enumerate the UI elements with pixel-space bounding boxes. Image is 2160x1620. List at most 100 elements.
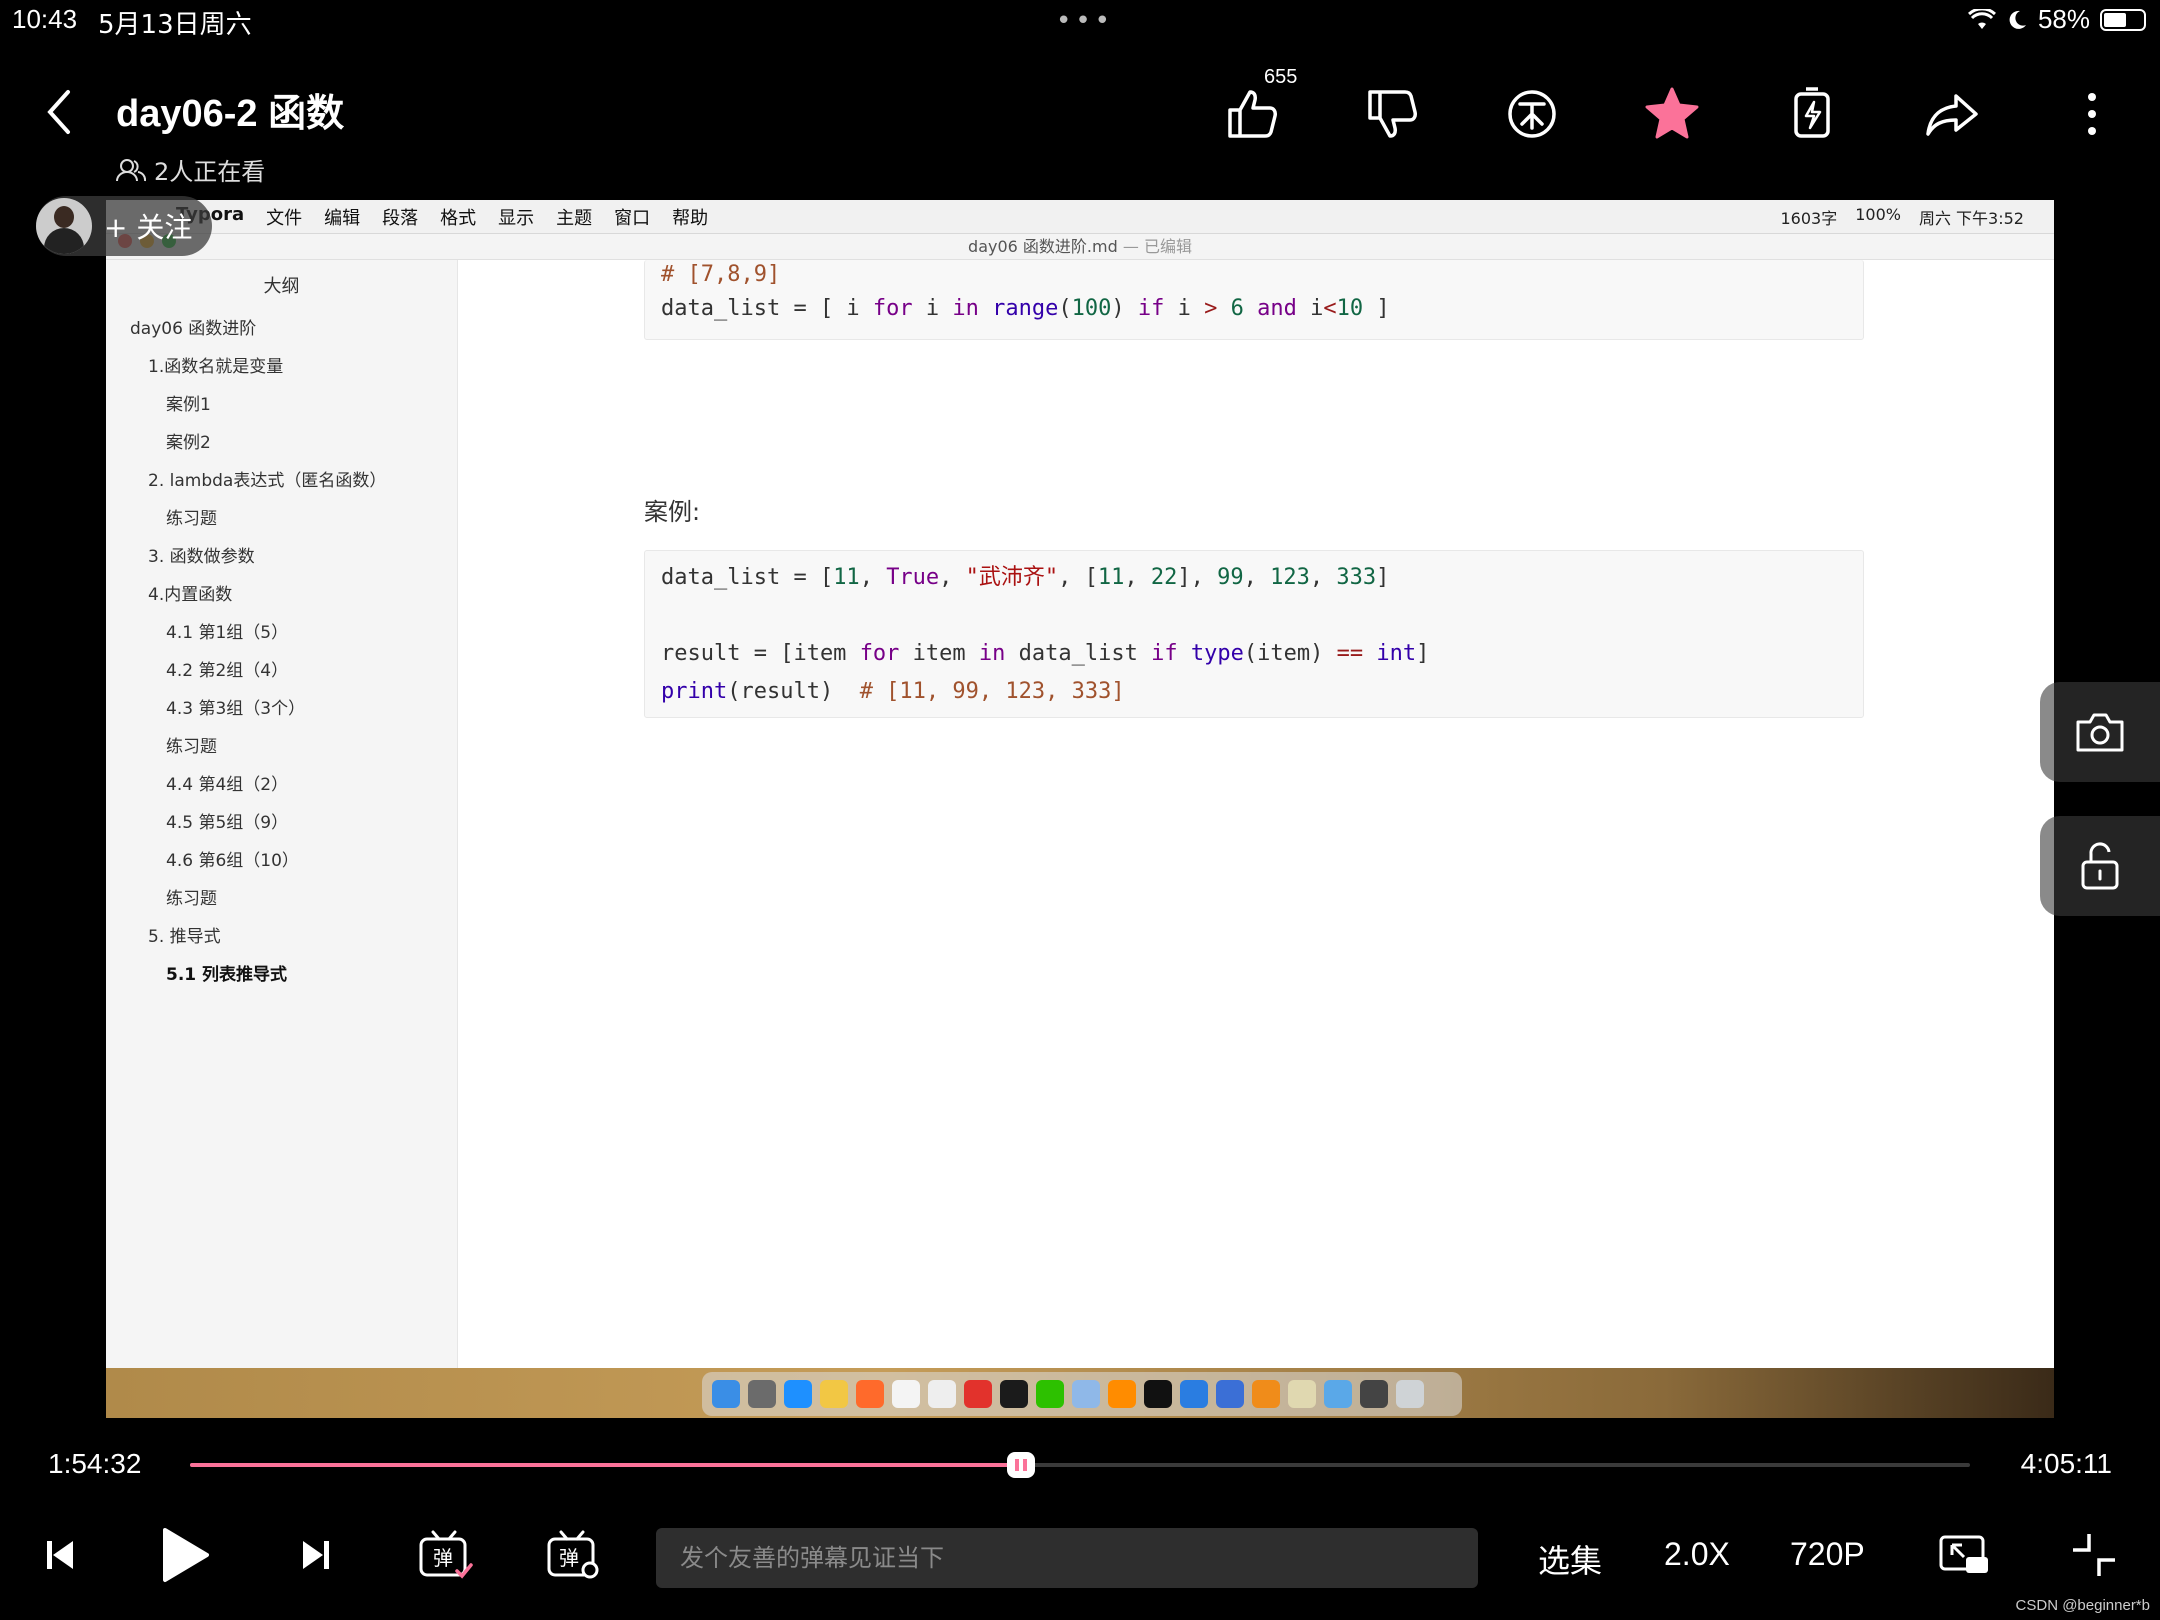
outline-title: 大纲	[263, 276, 300, 297]
quality-button[interactable]: 720P	[1790, 1536, 1865, 1573]
outline-item: 4.5 第5组（9）	[166, 813, 289, 833]
menu-help: 帮助	[672, 207, 709, 229]
mac-battery: 100%	[1855, 204, 1901, 224]
code-line: data_list = [11, True, "武沛齐", [11, 22], …	[661, 565, 1390, 590]
favorite-button[interactable]	[1632, 74, 1712, 154]
outline-item: 练习题	[166, 509, 217, 529]
status-bar: 10:43 5月13日周六 ••• 58%	[0, 0, 2160, 40]
status-date: 5月13日周六	[98, 10, 252, 40]
music-icon	[964, 1380, 992, 1408]
wechat-icon	[1036, 1380, 1064, 1408]
safari-icon	[784, 1380, 812, 1408]
play-button[interactable]	[150, 1520, 220, 1590]
terminal-icon	[1144, 1380, 1172, 1408]
menu-format: 格式	[440, 207, 477, 229]
pycharm-icon	[1000, 1380, 1028, 1408]
danmaku-toggle-button[interactable]: 弹	[412, 1520, 478, 1590]
camera-icon	[2076, 713, 2124, 752]
editor-content: # [7,8,9] data_list = [ i for i in range…	[458, 260, 2054, 1368]
progress-bar[interactable]	[190, 1452, 1970, 1478]
code-comment: # [7,8,9]	[661, 262, 781, 287]
finder-icon	[712, 1380, 740, 1408]
menu-file: 文件	[266, 207, 303, 229]
screenshot-button[interactable]	[2040, 682, 2160, 782]
next-button[interactable]	[290, 1520, 342, 1590]
lightning-icon	[1794, 87, 1830, 138]
case-heading: 案例:	[644, 498, 701, 526]
more-button[interactable]	[2052, 74, 2132, 154]
preview-icon	[1288, 1380, 1316, 1408]
danmaku-settings-button[interactable]: 弹	[540, 1520, 606, 1590]
coin-icon	[1508, 90, 1556, 138]
mac-system-tray: 1603字 100% 周六 下午3:52	[1780, 205, 2024, 229]
sublime-icon	[1108, 1380, 1136, 1408]
follow-badge[interactable]: + 关注	[36, 196, 213, 256]
outline-item: 3. 函数做参数	[148, 547, 255, 567]
app-store-icon	[1216, 1380, 1244, 1408]
lock-screen-button[interactable]	[2040, 816, 2160, 916]
outline-item: 2. lambda表达式（匿名函数）	[148, 471, 387, 491]
menu-window: 窗口	[614, 207, 651, 229]
menu-paragraph: 段落	[382, 207, 419, 229]
menu-view: 显示	[498, 207, 535, 229]
follow-button[interactable]: + 关注	[104, 206, 192, 246]
code-line: result = [item for item in data_list if …	[661, 641, 1430, 666]
progress-played	[190, 1463, 1022, 1467]
viewer-count: 2人正在看	[116, 152, 265, 187]
battery-percent: 58%	[2037, 4, 2090, 34]
firefox-icon	[856, 1380, 884, 1408]
back-arrow-icon[interactable]	[40, 82, 80, 142]
document-status: — 已编辑	[1122, 237, 1192, 256]
skip-previous-icon	[47, 1541, 73, 1569]
episodes-button[interactable]: 选集	[1538, 1536, 1602, 1582]
typora-icon	[892, 1380, 920, 1408]
charge-button[interactable]	[1772, 74, 1852, 154]
multitask-dots-icon[interactable]: •••	[1056, 6, 1114, 36]
dislike-button[interactable]	[1352, 74, 1432, 154]
svg-text:弹: 弹	[433, 1546, 453, 1570]
total-time: 4:05:11	[2020, 1448, 2112, 1479]
outline-item: 4.1 第1组（5）	[166, 623, 289, 643]
picture-in-picture-icon	[1939, 1535, 1988, 1573]
speed-button[interactable]: 2.0X	[1664, 1536, 1730, 1573]
outline-item: 案例2	[166, 433, 211, 453]
stack-icon	[1360, 1380, 1388, 1408]
coin-button[interactable]	[1492, 74, 1572, 154]
exit-fullscreen-button[interactable]	[2064, 1520, 2124, 1590]
player-controls: 弹 弹 发个友善的弹幕见证当下 选集 2.0X 720P	[0, 1510, 2160, 1600]
mac-clock: 周六 下午3:52	[1918, 208, 2024, 228]
video-title: day06-2 函数	[116, 93, 345, 135]
share-icon	[1926, 94, 1978, 136]
danmaku-settings-icon: 弹	[547, 1530, 599, 1579]
like-count: 655	[1264, 66, 1298, 88]
chrome-icon	[820, 1380, 848, 1408]
viewer-count-text: 2人正在看	[154, 158, 266, 186]
calendar-icon	[928, 1380, 956, 1408]
progress-thumb[interactable]	[1007, 1452, 1036, 1478]
thumbs-down-icon	[1368, 90, 1417, 138]
desktop-dock-strip	[106, 1368, 2054, 1418]
trash-icon	[1396, 1380, 1424, 1408]
wifi-icon	[1967, 8, 1996, 29]
avatar[interactable]	[36, 198, 92, 254]
battery-icon	[2100, 8, 2146, 31]
mac-dock	[702, 1372, 1462, 1416]
outline-item: 1.函数名就是变量	[148, 357, 284, 377]
unlock-icon	[2081, 842, 2119, 890]
video-frame[interactable]: Typora 文件 编辑 段落 格式 显示 主题 窗口 帮助 1603字 100…	[106, 200, 2054, 1418]
moon-icon	[2009, 10, 2026, 29]
play-icon	[163, 1528, 209, 1582]
code-block-1: # [7,8,9] data_list = [ i for i in range…	[644, 260, 1864, 340]
menu-theme: 主题	[556, 207, 593, 229]
previous-button[interactable]	[34, 1520, 86, 1590]
outline-item: 4.4 第4组（2）	[166, 775, 289, 795]
outline-item: day06 函数进阶	[130, 319, 257, 339]
danmaku-on-icon: 弹	[419, 1530, 473, 1579]
danmaku-input[interactable]: 发个友善的弹幕见证当下	[656, 1528, 1478, 1588]
svg-text:弹: 弹	[559, 1546, 579, 1570]
outline-item: 5. 推导式	[148, 927, 221, 947]
code-block-2: data_list = [11, True, "武沛齐", [11, 22], …	[644, 550, 1864, 718]
pip-button[interactable]	[1934, 1520, 1994, 1590]
share-button[interactable]	[1912, 74, 1992, 154]
